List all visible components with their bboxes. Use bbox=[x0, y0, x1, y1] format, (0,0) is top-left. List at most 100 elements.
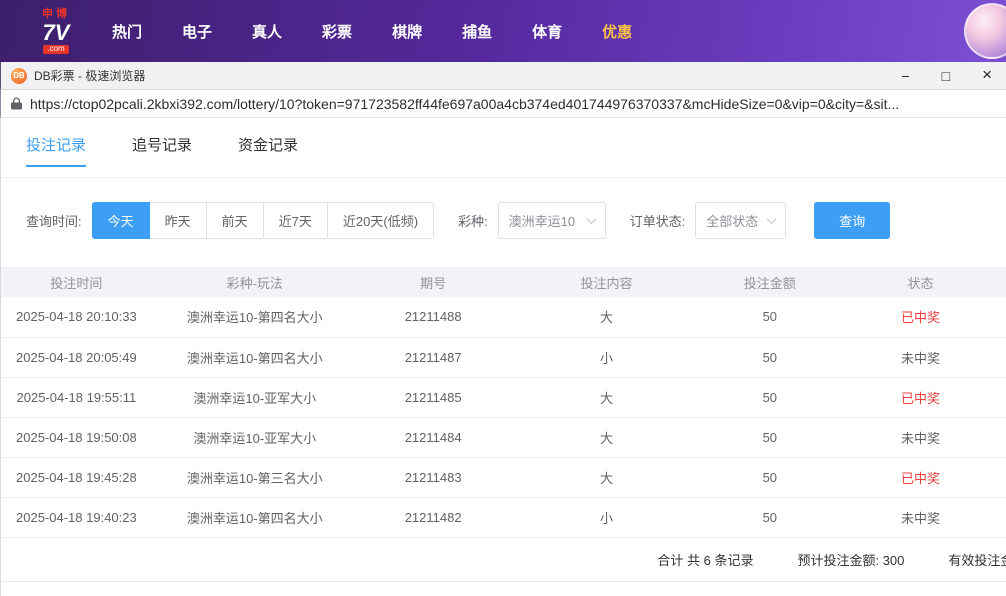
brand-logo[interactable]: 申博 7V .com bbox=[42, 8, 70, 53]
minimize-icon[interactable]: − bbox=[901, 68, 909, 84]
cell-time: 2025-04-18 19:45:28 bbox=[1, 457, 152, 497]
status-badge: 已中奖 bbox=[835, 297, 1006, 337]
cell-issue: 21211482 bbox=[358, 497, 509, 537]
status-badge: 已中奖 bbox=[835, 377, 1006, 417]
table-header-row: 投注时间 彩种-玩法 期号 投注内容 投注金额 状态 bbox=[1, 267, 1006, 297]
cell-content: 大 bbox=[509, 297, 705, 337]
col-header-amount: 投注金额 bbox=[704, 267, 835, 297]
cell-content: 小 bbox=[509, 497, 705, 537]
cell-issue: 21211487 bbox=[358, 337, 509, 377]
cell-game: 澳洲幸运10-亚军大小 bbox=[152, 417, 358, 457]
col-header-issue: 期号 bbox=[358, 267, 509, 297]
cell-time: 2025-04-18 20:10:33 bbox=[1, 297, 152, 337]
menu-item-promo[interactable]: 优惠 bbox=[602, 21, 632, 42]
cell-amount: 50 bbox=[704, 457, 835, 497]
summary-bar: 合计 共 6 条记录 预计投注金额: 300 有效投注金额: bbox=[1, 538, 1006, 582]
menu-item-cards[interactable]: 棋牌 bbox=[392, 21, 422, 42]
menu-item-hot[interactable]: 热门 bbox=[112, 21, 142, 42]
chevron-down-icon bbox=[767, 214, 777, 224]
lottery-records-page: 投注记录 追号记录 资金记录 查询时间: 今天 昨天 前天 近7天 近20天(低… bbox=[0, 118, 1006, 596]
table-row: 2025-04-18 19:40:23 澳洲幸运10-第四名大小 2121148… bbox=[1, 497, 1006, 537]
main-menu: 热门 电子 真人 彩票 棋牌 捕鱼 体育 优惠 bbox=[112, 21, 632, 42]
table-row: 2025-04-18 19:45:28 澳洲幸运10-第三名大小 2121148… bbox=[1, 457, 1006, 497]
time-filter-7days[interactable]: 近7天 bbox=[263, 202, 328, 239]
table-row: 2025-04-18 20:10:33 澳洲幸运10-第四名大小 2121148… bbox=[1, 297, 1006, 337]
maximize-icon[interactable]: □ bbox=[942, 68, 950, 84]
browser-title-bar: DB DB彩票 - 极速浏览器 − □ × bbox=[0, 62, 1006, 90]
cell-content: 大 bbox=[509, 457, 705, 497]
menu-item-lottery[interactable]: 彩票 bbox=[322, 21, 352, 42]
status-badge: 已中奖 bbox=[835, 457, 1006, 497]
filter-bar: 查询时间: 今天 昨天 前天 近7天 近20天(低频) 彩种: 澳洲幸运10 订… bbox=[26, 202, 981, 239]
time-filter-yesterday[interactable]: 昨天 bbox=[149, 202, 207, 239]
brand-logo-suffix: .com bbox=[43, 45, 68, 54]
cell-game: 澳洲幸运10-第四名大小 bbox=[152, 337, 358, 377]
order-status-select[interactable]: 全部状态 bbox=[695, 202, 786, 239]
cell-game: 澳洲幸运10-第四名大小 bbox=[152, 297, 358, 337]
status-badge: 未中奖 bbox=[835, 337, 1006, 377]
time-filter-20days[interactable]: 近20天(低频) bbox=[327, 202, 434, 239]
lock-icon bbox=[11, 97, 22, 110]
time-filter-daybefore[interactable]: 前天 bbox=[206, 202, 264, 239]
table-row: 2025-04-18 19:50:08 澳洲幸运10-亚军大小 21211484… bbox=[1, 417, 1006, 457]
order-status-label: 订单状态: bbox=[630, 211, 686, 230]
status-badge: 未中奖 bbox=[835, 417, 1006, 457]
lottery-select-value: 澳洲幸运10 bbox=[509, 211, 575, 230]
status-badge: 未中奖 bbox=[835, 497, 1006, 537]
cell-issue: 21211483 bbox=[358, 457, 509, 497]
col-header-status: 状态 bbox=[835, 267, 1006, 297]
cell-amount: 50 bbox=[704, 337, 835, 377]
lottery-select-label: 彩种: bbox=[458, 211, 488, 230]
table-row: 2025-04-18 20:05:49 澳洲幸运10-第四名大小 2121148… bbox=[1, 337, 1006, 377]
cell-issue: 21211488 bbox=[358, 297, 509, 337]
menu-item-live[interactable]: 真人 bbox=[252, 21, 282, 42]
window-title: DB彩票 - 极速浏览器 bbox=[34, 67, 145, 84]
cell-amount: 50 bbox=[704, 417, 835, 457]
cell-content: 小 bbox=[509, 337, 705, 377]
tab-fund-records[interactable]: 资金记录 bbox=[238, 134, 298, 167]
col-header-game: 彩种-玩法 bbox=[152, 267, 358, 297]
search-button[interactable]: 查询 bbox=[814, 202, 890, 239]
url-text: https://ctop02pcali.2kbxi392.com/lottery… bbox=[30, 96, 899, 112]
cell-time: 2025-04-18 19:55:11 bbox=[1, 377, 152, 417]
col-header-content: 投注内容 bbox=[509, 267, 705, 297]
cell-amount: 50 bbox=[704, 297, 835, 337]
brand-logo-main: 7V bbox=[43, 21, 70, 45]
address-bar[interactable]: https://ctop02pcali.2kbxi392.com/lottery… bbox=[0, 90, 1006, 118]
table-row: 2025-04-18 19:55:11 澳洲幸运10-亚军大小 21211485… bbox=[1, 377, 1006, 417]
cell-amount: 50 bbox=[704, 497, 835, 537]
cell-content: 大 bbox=[509, 417, 705, 457]
tab-bet-records[interactable]: 投注记录 bbox=[26, 134, 86, 167]
menu-item-fishing[interactable]: 捕鱼 bbox=[462, 21, 492, 42]
order-status-value: 全部状态 bbox=[706, 211, 758, 230]
chevron-down-icon bbox=[586, 214, 596, 224]
time-filter-group: 今天 昨天 前天 近7天 近20天(低频) bbox=[92, 202, 434, 239]
cell-issue: 21211485 bbox=[358, 377, 509, 417]
cell-issue: 21211484 bbox=[358, 417, 509, 457]
record-tabs: 投注记录 追号记录 资金记录 bbox=[1, 118, 1006, 178]
cell-time: 2025-04-18 19:50:08 bbox=[1, 417, 152, 457]
brand-logo-top: 申博 bbox=[42, 8, 70, 20]
cell-game: 澳洲幸运10-亚军大小 bbox=[152, 377, 358, 417]
cell-game: 澳洲幸运10-第三名大小 bbox=[152, 457, 358, 497]
bet-records-table: 投注时间 彩种-玩法 期号 投注内容 投注金额 状态 2025-04-18 20… bbox=[1, 267, 1006, 538]
browser-app-icon: DB bbox=[11, 68, 27, 84]
menu-item-slots[interactable]: 电子 bbox=[182, 21, 212, 42]
cell-time: 2025-04-18 19:40:23 bbox=[1, 497, 152, 537]
cell-time: 2025-04-18 20:05:49 bbox=[1, 337, 152, 377]
summary-valid-amount: 有效投注金额: bbox=[948, 550, 1006, 569]
tab-chase-records[interactable]: 追号记录 bbox=[132, 134, 192, 167]
close-icon[interactable]: × bbox=[982, 68, 992, 84]
time-filter-today[interactable]: 今天 bbox=[92, 202, 150, 239]
cell-amount: 50 bbox=[704, 377, 835, 417]
window-controls: − □ × bbox=[901, 68, 992, 84]
time-filter-label: 查询时间: bbox=[26, 211, 82, 230]
site-top-nav: 申博 7V .com 热门 电子 真人 彩票 棋牌 捕鱼 体育 优惠 bbox=[0, 0, 1006, 62]
summary-expected-amount: 预计投注金额: 300 bbox=[797, 550, 904, 569]
lottery-select[interactable]: 澳洲幸运10 bbox=[498, 202, 606, 239]
cell-game: 澳洲幸运10-第四名大小 bbox=[152, 497, 358, 537]
summary-total-records: 合计 共 6 条记录 bbox=[657, 550, 753, 569]
menu-item-sports[interactable]: 体育 bbox=[532, 21, 562, 42]
cell-content: 大 bbox=[509, 377, 705, 417]
user-avatar[interactable] bbox=[964, 3, 1006, 59]
